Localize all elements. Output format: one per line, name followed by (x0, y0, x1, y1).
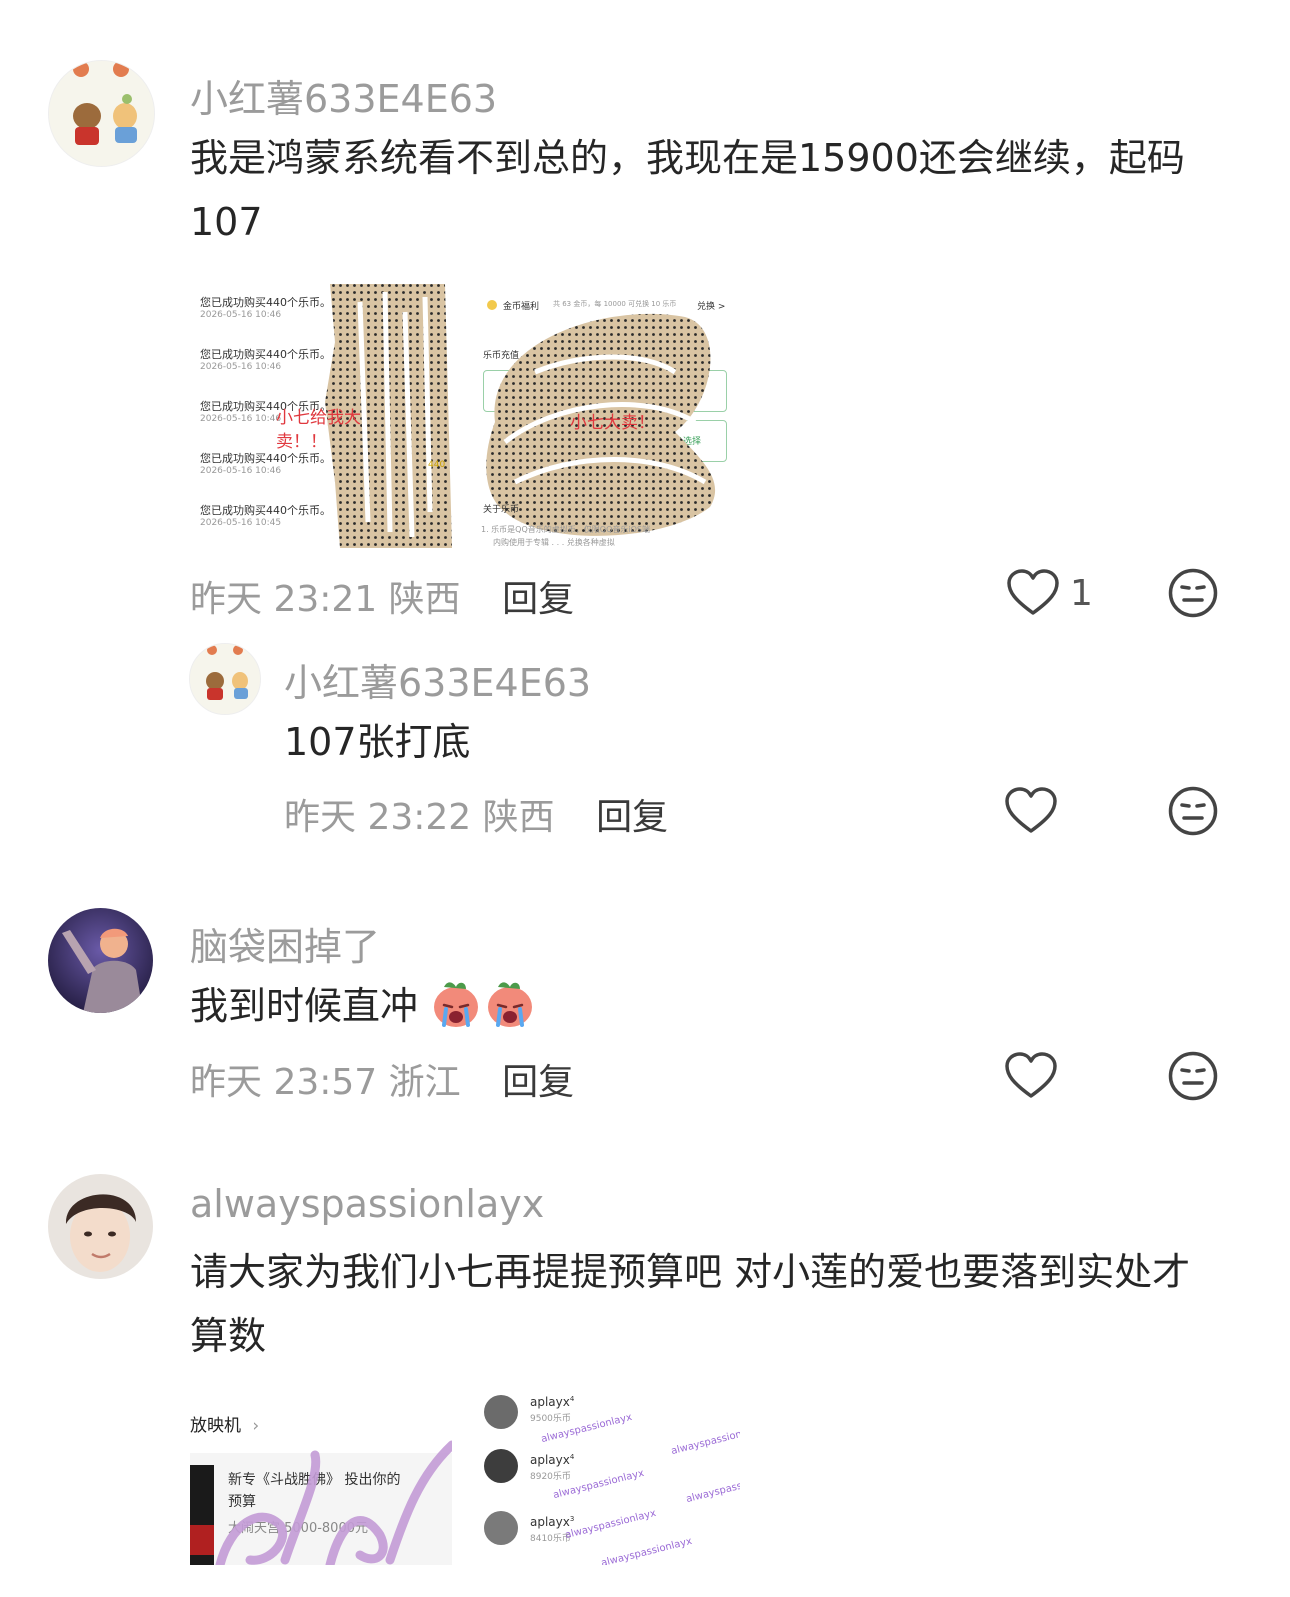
comment-meta: 昨天 23:22 陕西 回复 (284, 788, 668, 840)
comment-image[interactable]: aplayx4 9500乐币 aplayx4 8920乐币 aplayx3 84… (470, 1395, 740, 1565)
ranking-name: aplayx4 (530, 1395, 575, 1409)
fine-print: 1. 乐币是QQ音乐的虚拟币，仅限QQ音乐iOS端 (481, 525, 650, 534)
side-value: 440 (428, 460, 446, 470)
avatar-image (190, 644, 260, 714)
ranking-name: aplayx4 (530, 1453, 575, 1467)
avatar-image (48, 1174, 153, 1279)
username[interactable]: 小红薯633E4E63 (190, 68, 497, 123)
heart-icon[interactable] (1005, 566, 1061, 622)
avatar[interactable] (189, 643, 261, 715)
comment-image[interactable]: 金币福利 共 63 金币，每 10000 可兑换 10 乐币 兑换 > 乐币充值… (475, 282, 737, 548)
about-title: 关于乐币 (483, 505, 520, 515)
reply-button[interactable]: 回复 (502, 579, 574, 620)
comment-text-content: 我到时候直冲 (190, 984, 419, 1028)
overlay-text: 小七大卖！ (570, 413, 655, 433)
comment-text: 我是鸿蒙系统看不到总的，我现在是15900还会继续，起码107 (190, 136, 1185, 244)
handwriting-overlay (215, 1440, 452, 1565)
watermark: alwayspassionlayx (600, 1535, 694, 1565)
avatar[interactable] (48, 1174, 153, 1279)
neutral-face-icon[interactable] (1167, 567, 1219, 619)
username[interactable]: alwayspassionlayx (190, 1182, 544, 1226)
heart-icon[interactable] (1003, 1049, 1059, 1105)
fine-print: 内购使用于专辑 . . . 兑换各种虚拟 (493, 538, 615, 547)
heart-icon[interactable] (1003, 784, 1059, 840)
comment-text: 107张打底 (284, 720, 471, 764)
watermark: alwayspassionlayx (670, 1423, 740, 1458)
username[interactable]: 脑袋困掉了 (190, 916, 380, 971)
comment-image[interactable]: 放映机 › 新专《斗战胜佛》 投出你的 预算 大闹天宫 5000-8000元 (190, 1395, 452, 1565)
ranking-avatar (484, 1511, 518, 1545)
neutral-face-icon[interactable] (1167, 1050, 1219, 1102)
timestamp: 昨天 23:22 (284, 797, 472, 838)
ranking-name: aplayx3 (530, 1515, 575, 1529)
comment-meta: 昨天 23:57 浙江 回复 (190, 1053, 574, 1105)
watermark: alwayspassionlayx (685, 1471, 740, 1506)
timestamp: 昨天 23:57 (190, 1062, 378, 1103)
ranking-avatar (484, 1449, 518, 1483)
location: 陕西 (388, 579, 461, 620)
avatar-image (48, 908, 153, 1013)
comment-image[interactable]: 您已成功购买440个乐币。 2026-05-16 10:46 您已成功购买440… (190, 282, 455, 548)
overlay-text: 小七给我大卖！！ (276, 408, 361, 452)
location: 浙江 (388, 1062, 461, 1103)
avatar[interactable] (48, 60, 155, 167)
ranking-value: 9500乐币 (530, 1414, 571, 1424)
like-count: 1 (1070, 573, 1093, 614)
timestamp: 昨天 23:21 (190, 579, 378, 620)
comment-text: 请大家为我们小七再提提预算吧 对小莲的爱也要落到实处才算数 (190, 1250, 1191, 1358)
comment-meta: 昨天 23:21 陕西 回复 (190, 570, 574, 622)
location: 陕西 (482, 797, 555, 838)
neutral-face-icon[interactable] (1167, 785, 1219, 837)
crying-emoji-icon (434, 982, 533, 1027)
avatar-image (49, 61, 154, 166)
ranking-avatar (484, 1395, 518, 1429)
watermark: alwayspassionlayx (564, 1507, 658, 1542)
ranking-value: 8920乐币 (530, 1472, 571, 1482)
username[interactable]: 小红薯633E4E63 (284, 652, 591, 707)
reply-button[interactable]: 回复 (502, 1062, 574, 1103)
reply-button[interactable]: 回复 (596, 797, 668, 838)
avatar[interactable] (48, 908, 153, 1013)
comment-text: 我到时候直冲 (190, 974, 538, 1038)
